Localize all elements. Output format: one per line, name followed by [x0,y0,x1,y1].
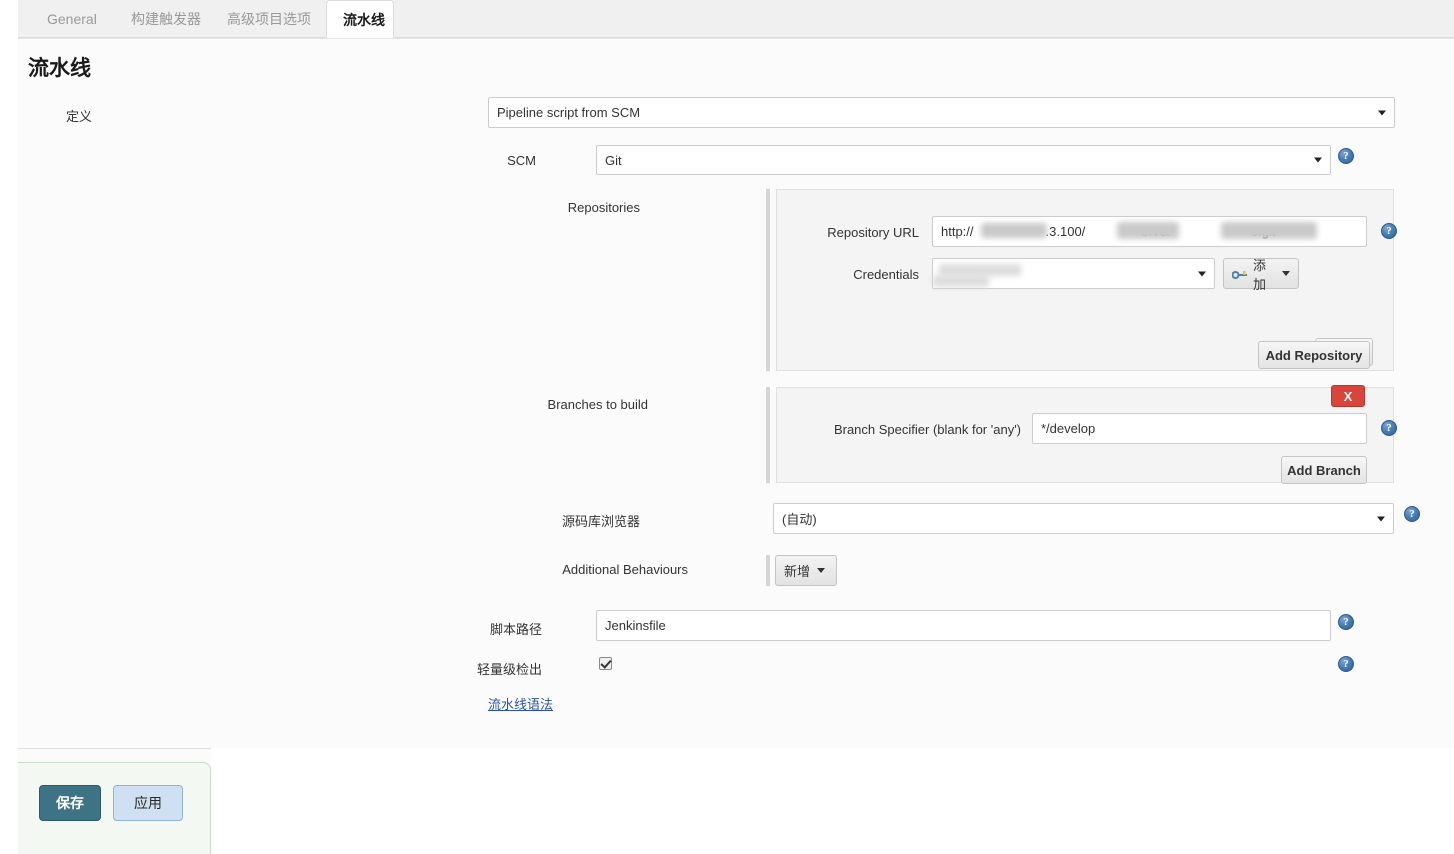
repositories-label: Repositories [538,200,640,215]
chevron-down-icon [1378,110,1386,115]
lightweight-checkout-label: 轻量级检出 [438,659,542,678]
add-branch-button[interactable]: Add Branch [1281,456,1367,484]
tab-general[interactable]: General [31,0,111,38]
definition-label: 定义 [18,106,92,125]
footer-background [211,748,1454,854]
apply-button-label: 应用 [134,793,162,813]
branch-specifier-input[interactable]: */develop [1032,413,1367,444]
tab-advanced-options-label: 高级项目选项 [227,11,311,27]
repository-browser-select[interactable]: (自动) [773,503,1394,534]
help-icon-scm[interactable]: ? [1338,148,1354,164]
add-credentials-button[interactable]: 添加 [1223,258,1299,289]
tab-build-triggers-label: 构建触发器 [131,11,201,27]
scm-value: Git [605,153,622,168]
repository-url-redaction-3 [1221,222,1317,239]
repository-url-redaction-1 [981,223,1047,238]
repository-browser-value: (自动) [782,509,817,528]
chevron-down-icon [1314,158,1322,163]
tab-pipeline[interactable]: 流水线 [326,0,394,38]
tab-general-label: General [47,11,97,27]
add-credentials-label: 添加 [1253,255,1275,293]
scm-select[interactable]: Git [596,145,1331,175]
branches-block: X Branch Specifier (blank for 'any') */d… [776,387,1394,483]
help-icon-script-path[interactable]: ? [1338,614,1354,630]
script-path-value: Jenkinsfile [605,618,666,633]
repository-url-input[interactable]: http://.3.100/ervere.git [932,216,1367,247]
page-title: 流水线 [28,52,91,82]
delete-branch-button[interactable]: X [1331,385,1365,407]
add-repository-label: Add Repository [1266,348,1363,363]
additional-behaviours-label: Additional Behaviours [538,562,688,577]
footer-action-bar: 保存 应用 [18,762,211,854]
repository-url-redaction-2 [1117,222,1179,239]
branches-accent-bar [766,387,770,483]
chevron-down-icon [1377,516,1385,521]
save-button[interactable]: 保存 [39,785,101,821]
tab-pipeline-label: 流水线 [343,12,385,28]
credentials-label: Credentials [809,267,919,282]
definition-value: Pipeline script from SCM [497,105,640,120]
add-branch-label: Add Branch [1287,463,1361,478]
scm-label: SCM [438,153,536,168]
chevron-down-icon [1198,271,1206,276]
save-button-label: 保存 [56,793,84,813]
jenkins-pipeline-config-page: General 构建触发器 高级项目选项 流水线 流水线 定义 Pipeline… [0,0,1454,854]
branch-specifier-value: */develop [1041,421,1095,436]
branches-to-build-label: Branches to build [538,397,648,412]
repositories-accent-bar [766,189,770,371]
additional-behaviours-add-button[interactable]: 新增 [775,555,837,586]
help-icon-repository-browser[interactable]: ? [1404,506,1420,522]
add-repository-button[interactable]: Add Repository [1258,341,1370,369]
pipeline-syntax-link[interactable]: 流水线语法 [488,694,553,713]
additional-behaviours-accent-bar [766,555,770,586]
chevron-down-icon [817,568,825,573]
help-icon-lightweight-checkout[interactable]: ? [1338,656,1354,672]
content-panel: General 构建触发器 高级项目选项 流水线 流水线 定义 Pipeline… [18,0,1454,854]
credentials-select[interactable] [932,258,1215,289]
chevron-down-icon [1282,271,1290,276]
script-path-input[interactable]: Jenkinsfile [596,610,1331,641]
delete-branch-label: X [1344,389,1353,404]
repository-url-value-frag2: .3.100/ [1046,224,1086,239]
repository-browser-label: 源码库浏览器 [538,511,640,530]
tab-build-triggers[interactable]: 构建触发器 [115,0,205,38]
key-icon [1232,268,1248,280]
branch-specifier-label: Branch Specifier (blank for 'any') [805,422,1021,437]
tab-advanced-options[interactable]: 高级项目选项 [211,0,325,38]
definition-select[interactable]: Pipeline script from SCM [488,97,1395,128]
credentials-redaction-2 [933,275,989,287]
config-tab-bar: General 构建触发器 高级项目选项 流水线 [18,0,1454,38]
script-path-label: 脚本路径 [438,619,542,638]
pipeline-form: 流水线 定义 Pipeline script from SCM SCM Git … [18,38,1454,748]
help-icon-repository-url[interactable]: ? [1381,223,1397,239]
apply-button[interactable]: 应用 [113,785,183,821]
additional-behaviours-add-label: 新增 [784,561,810,580]
help-icon-branch-specifier[interactable]: ? [1381,420,1397,436]
repository-url-label: Repository URL [809,225,919,240]
lightweight-checkout-checkbox[interactable] [599,657,612,670]
repository-url-value-prefix: http:// [941,224,974,239]
